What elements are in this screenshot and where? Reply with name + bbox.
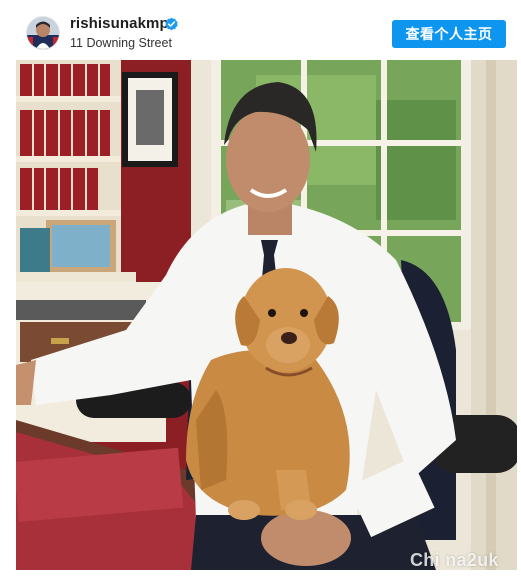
verified-check-icon bbox=[165, 17, 178, 31]
avatar[interactable] bbox=[27, 17, 59, 49]
avatar-image bbox=[27, 17, 59, 49]
account-username[interactable]: rishisunakmp bbox=[70, 15, 169, 32]
watermark: Chi na2uk bbox=[410, 550, 499, 570]
location-label[interactable]: 11 Downing Street bbox=[70, 36, 172, 50]
post-photo[interactable] bbox=[16, 60, 517, 570]
post-header: rishisunakmp 11 Downing Street 查看个人主页 bbox=[0, 0, 521, 58]
view-profile-button[interactable]: 查看个人主页 bbox=[392, 20, 506, 48]
post-photo-image bbox=[16, 60, 517, 570]
